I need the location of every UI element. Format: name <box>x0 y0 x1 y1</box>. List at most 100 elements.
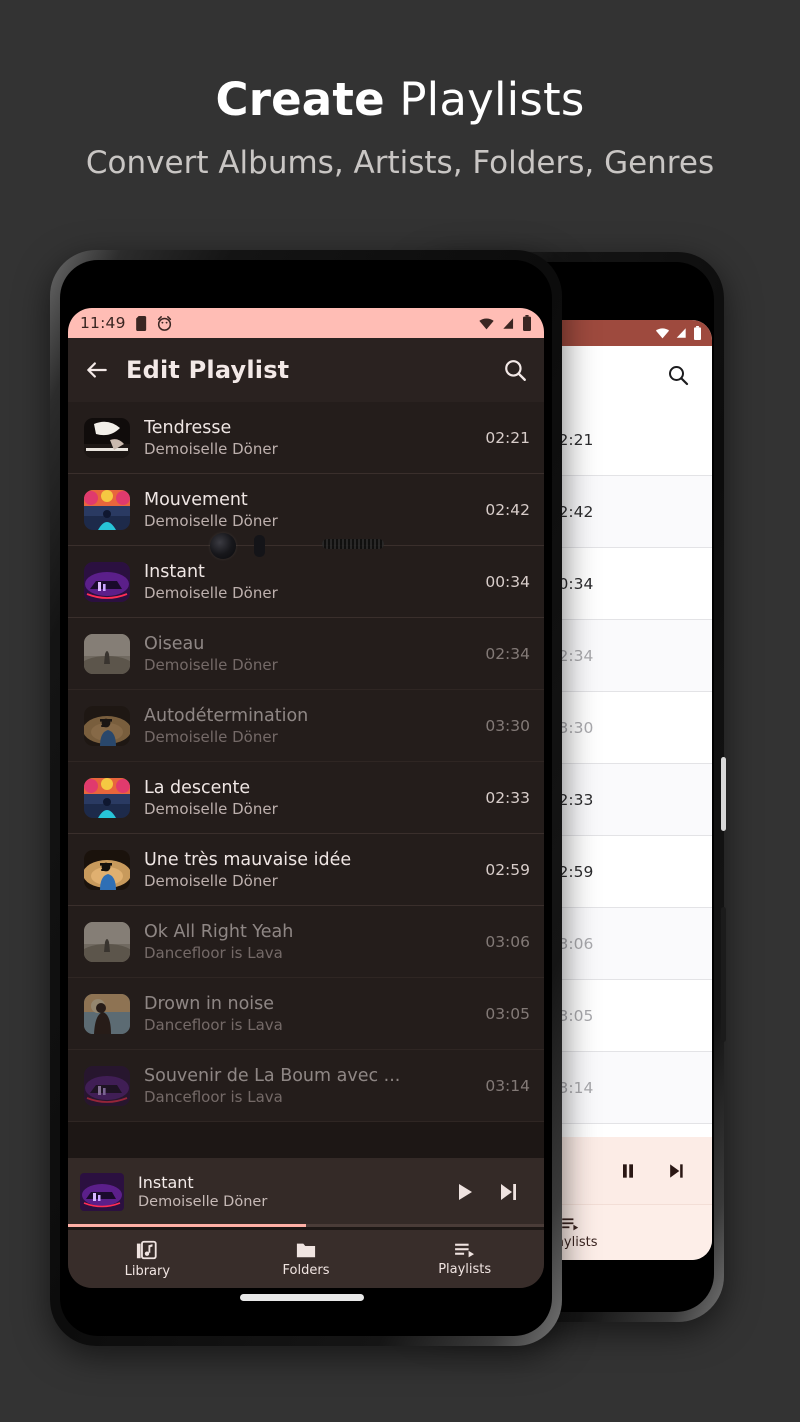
song-title: Mouvement <box>144 489 248 510</box>
song-artist: Dancefloor is Lava <box>144 1015 283 1034</box>
song-title: Drown in noise <box>144 993 275 1014</box>
song-duration: 02:33 <box>485 788 530 807</box>
song-texts: Autodétermination Demoiselle Döner <box>144 705 468 747</box>
song-texts: Souvenir de La Boum avec ... Dancefloor i… <box>144 1065 468 1107</box>
singer-silhouette-art <box>84 705 130 746</box>
song-artist: Dancefloor is Lava <box>144 1087 283 1106</box>
album-art <box>84 993 130 1034</box>
play-button[interactable] <box>442 1180 486 1204</box>
library-music-icon <box>137 1240 157 1260</box>
song-duration: 03:14 <box>485 1076 530 1095</box>
volume-button[interactable] <box>721 757 726 831</box>
song-texts: Une très mauvaise idée Demoiselle Döner <box>144 849 468 891</box>
alarm-icon <box>157 315 171 331</box>
song-duration: 03:30 <box>485 716 530 735</box>
album-art <box>84 489 130 530</box>
pause-icon <box>623 1164 633 1178</box>
song-title: Une très mauvaise idée <box>144 849 352 870</box>
foreground-phone-screen: 11:49 Edit Playlist Tendresse Demoiselle… <box>68 308 544 1288</box>
album-art <box>84 1065 130 1106</box>
skip-next-icon <box>501 1184 516 1200</box>
song-texts: Oiseau Demoiselle Döner <box>144 633 468 675</box>
song-texts: Instant Demoiselle Döner <box>144 561 468 603</box>
nav-item-label: Playlists <box>438 1262 492 1277</box>
foggy-field-art <box>84 921 130 962</box>
page-title-light: Playlists <box>399 73 585 126</box>
song-row[interactable]: La descente Demoiselle Döner 02:33 <box>68 762 544 834</box>
status-bar-clock: 11:49 <box>80 314 126 332</box>
nav-item-label: Library <box>124 1264 171 1279</box>
playlist-play-icon <box>562 1217 579 1230</box>
song-title: Souvenir de La Boum avec ... <box>144 1065 401 1086</box>
song-artist: Demoiselle Döner <box>144 511 278 530</box>
song-row[interactable]: Mouvement Demoiselle Döner 02:42 <box>68 474 544 546</box>
battery-icon <box>523 315 531 331</box>
neon-car-art <box>84 561 130 602</box>
concert-crowd-art <box>84 777 130 818</box>
song-artist: Demoiselle Döner <box>144 871 278 890</box>
play-icon <box>459 1184 472 1200</box>
album-art <box>84 777 130 818</box>
battery-icon <box>694 326 701 340</box>
app-bar: Edit Playlist <box>68 338 544 402</box>
back-next-button[interactable] <box>654 1161 698 1181</box>
song-texts: Ok All Right Yeah Dancefloor is Lava <box>144 921 468 963</box>
sunset-person-art <box>84 993 130 1034</box>
page-title-strong: Create <box>215 73 385 126</box>
screenshot-root: Create Playlists Convert Albums, Artists… <box>0 0 800 1422</box>
song-texts: Mouvement Demoiselle Döner <box>144 489 468 531</box>
bottom-nav[interactable]: Library Folders Playlists <box>68 1230 544 1288</box>
song-row[interactable]: Autodétermination Demoiselle Döner 03:30 <box>68 690 544 762</box>
playback-progress-fill <box>68 1224 306 1227</box>
song-row[interactable]: Ok All Right Yeah Dancefloor is Lava 03:06 <box>68 906 544 978</box>
front-camera-icon <box>210 533 236 559</box>
playback-progress-bar[interactable] <box>68 1224 544 1227</box>
song-artist: Demoiselle Döner <box>144 727 278 746</box>
nav-item-library[interactable]: Library <box>68 1239 227 1279</box>
song-title: Tendresse <box>144 417 232 438</box>
page-subtitle: Convert Albums, Artists, Folders, Genres <box>85 145 715 181</box>
album-art <box>84 417 130 458</box>
sensor-icon <box>254 535 265 557</box>
album-art <box>84 921 130 962</box>
song-row[interactable]: Oiseau Demoiselle Döner 02:34 <box>68 618 544 690</box>
concert-crowd-art <box>84 489 130 530</box>
now-playing-bar[interactable]: Instant Demoiselle Döner <box>68 1158 544 1226</box>
song-duration: 03:06 <box>485 932 530 951</box>
song-duration: 03:05 <box>485 1004 530 1023</box>
song-title: La descente <box>144 777 251 798</box>
foreground-phone: 11:49 Edit Playlist Tendresse Demoiselle… <box>50 250 562 1346</box>
song-row[interactable]: Drown in noise Dancefloor is Lava 03:05 <box>68 978 544 1050</box>
next-button[interactable] <box>486 1180 530 1204</box>
search-icon[interactable] <box>666 363 690 387</box>
arrow-back-icon[interactable] <box>84 357 110 383</box>
signal-icon <box>676 328 686 338</box>
app-bar-title: Edit Playlist <box>126 356 290 384</box>
page-title: Create Playlists <box>0 72 800 128</box>
search-icon[interactable] <box>502 357 528 383</box>
song-row[interactable]: Tendresse Demoiselle Döner 02:21 <box>68 402 544 474</box>
skip-next-icon <box>670 1164 683 1178</box>
piano-hands-art <box>84 417 130 458</box>
power-button[interactable] <box>721 907 726 1042</box>
now-playing-artist: Demoiselle Döner <box>138 1194 268 1210</box>
song-row[interactable]: Instant Demoiselle Döner 00:34 <box>68 546 544 618</box>
song-artist: Dancefloor is Lava <box>144 943 283 962</box>
album-art <box>84 633 130 674</box>
wifi-icon <box>655 328 670 339</box>
back-pause-button[interactable] <box>606 1161 650 1181</box>
song-artist: Demoiselle Döner <box>144 583 278 602</box>
nav-item-folders[interactable]: Folders <box>227 1240 386 1278</box>
song-row[interactable]: Souvenir de La Boum avec ... Dancefloor i… <box>68 1050 544 1122</box>
nav-item-playlists[interactable]: Playlists <box>385 1241 544 1277</box>
home-indicator[interactable] <box>240 1294 364 1301</box>
song-texts: La descente Demoiselle Döner <box>144 777 468 819</box>
playlist-play-icon <box>454 1243 474 1258</box>
song-row[interactable]: Une très mauvaise idée Demoiselle Döner 02… <box>68 834 544 906</box>
singer-silhouette-art <box>84 849 130 890</box>
song-list[interactable]: Tendresse Demoiselle Döner 02:21 Mouvement D… <box>68 402 544 1122</box>
now-playing-artwork <box>80 1173 124 1211</box>
sd-card-icon <box>135 315 146 331</box>
folder-icon <box>296 1243 316 1258</box>
song-duration: 02:21 <box>485 428 530 447</box>
